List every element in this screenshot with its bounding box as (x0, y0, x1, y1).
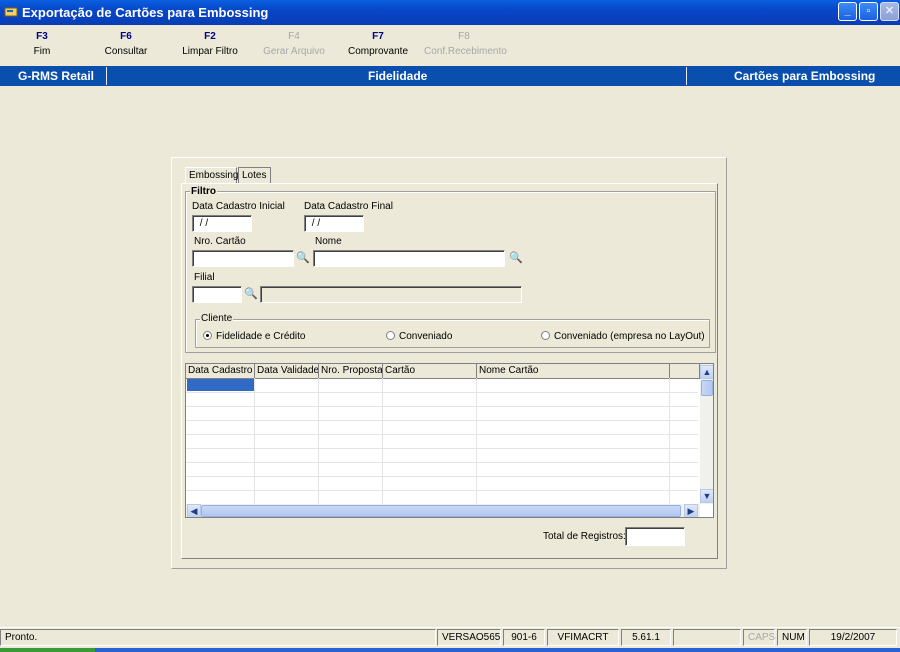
filial-label: Filial (194, 272, 215, 283)
status-num: NUM (777, 629, 807, 646)
close-button[interactable]: ✕ (880, 2, 899, 21)
tab-embossing[interactable]: Embossing (185, 167, 238, 184)
scroll-thumb[interactable] (701, 380, 713, 396)
fkey-f4-gerar-arquivo[interactable]: F4 Gerar Arquivo (254, 31, 334, 57)
fkey-label: Limpar Filtro (182, 46, 238, 57)
fkey-key: F3 (36, 31, 48, 42)
grid-header: Data Cadastro Data Validade Nro. Propost… (186, 364, 713, 379)
fkey-f8-conf-recebimento[interactable]: F8 Conf.Recebimento (424, 31, 507, 57)
selected-cell[interactable] (187, 379, 254, 391)
radio-dot (203, 330, 212, 340)
fkey-key: F4 (288, 31, 300, 42)
status-code: 901-6 (503, 629, 545, 646)
scroll-down-icon[interactable]: ▼ (700, 489, 713, 503)
nro-cartao-label: Nro. Cartão (194, 236, 246, 247)
title-bar[interactable]: Exportação de Cartões para Embossing _ ▫… (0, 0, 900, 25)
scroll-thumb[interactable] (201, 505, 681, 517)
nome-input[interactable] (313, 250, 505, 267)
table-row[interactable] (186, 448, 698, 463)
table-row[interactable] (186, 462, 698, 477)
status-program: VFIMACRT (547, 629, 619, 646)
screen-name: Cartões para Embossing (734, 69, 876, 83)
radio-conveniado-empresa[interactable]: Conveniado (empresa no LayOut) (541, 330, 705, 342)
status-date: 19/2/2007 (809, 629, 897, 646)
fkey-f3-fim[interactable]: F3 Fim (2, 31, 82, 57)
radio-fidelidade-credito[interactable]: Fidelidade e Crédito (203, 330, 306, 342)
status-release: 5.61.1 (621, 629, 671, 646)
status-caps: CAPS (743, 629, 775, 646)
total-registros-label: Total de Registros: (543, 531, 626, 542)
status-version: VERSAO565 (437, 629, 501, 646)
radio-dot (386, 330, 395, 340)
app-icon (4, 7, 18, 17)
fkey-key: F2 (204, 31, 216, 42)
col-data-validade[interactable]: Data Validade (255, 364, 319, 378)
status-empty (673, 629, 741, 646)
divider (686, 67, 687, 85)
cliente-legend: Cliente (200, 313, 234, 324)
fkey-f6-consultar[interactable]: F6 Consultar (86, 31, 166, 57)
data-final-label: Data Cadastro Final (304, 201, 393, 212)
radio-conveniado[interactable]: Conveniado (386, 330, 453, 342)
col-cartao[interactable]: Cartão (383, 364, 477, 378)
filial-input[interactable] (192, 286, 242, 303)
fkey-label: Fim (33, 46, 51, 57)
fkey-label: Conf.Recebimento (424, 46, 507, 57)
data-cadastro-final-input[interactable] (304, 215, 364, 232)
table-row[interactable] (186, 392, 698, 407)
minimize-button[interactable]: _ (838, 2, 857, 21)
fkey-key: F8 (458, 31, 470, 42)
col-filler (670, 364, 700, 378)
fkey-label: Gerar Arquivo (263, 46, 325, 57)
window-title: Exportação de Cartões para Embossing (22, 5, 269, 20)
fkey-label: Consultar (104, 46, 148, 57)
table-row[interactable] (186, 406, 698, 421)
radio-dot (541, 330, 550, 340)
results-grid[interactable]: Data Cadastro Data Validade Nro. Propost… (185, 363, 714, 518)
module-name: Fidelidade (368, 69, 428, 83)
nome-label: Nome (315, 236, 342, 247)
table-row[interactable] (186, 378, 698, 393)
fkey-key: F6 (120, 31, 132, 42)
radio-label: Conveniado (399, 331, 453, 342)
tab-lotes[interactable]: Lotes (238, 167, 271, 184)
scroll-right-icon[interactable]: ▶ (684, 504, 698, 517)
search-cartao-icon[interactable]: 🔍 (294, 250, 312, 267)
col-nro-proposta[interactable]: Nro. Proposta (319, 364, 383, 378)
search-filial-icon[interactable]: 🔍 (242, 286, 260, 303)
module-info-bar: G-RMS Retail Fidelidade Cartões para Emb… (0, 66, 900, 86)
system-name: G-RMS Retail (18, 69, 95, 83)
fkey-label: Comprovante (347, 46, 409, 57)
filial-description-field (260, 286, 522, 303)
vertical-scrollbar[interactable]: ▲ ▼ (700, 364, 713, 504)
data-inicial-label: Data Cadastro Inicial (192, 201, 285, 212)
data-cadastro-inicial-input[interactable] (192, 215, 252, 232)
taskbar-strip (0, 648, 900, 652)
filtro-legend: Filtro (190, 186, 217, 197)
horizontal-scrollbar[interactable]: ◀ ▶ (186, 504, 700, 517)
fkey-key: F7 (372, 31, 384, 42)
scroll-left-icon[interactable]: ◀ (187, 504, 201, 517)
fkey-f2-limpar-filtro[interactable]: F2 Limpar Filtro (170, 31, 250, 57)
search-nome-icon[interactable]: 🔍 (507, 250, 525, 267)
status-message: Pronto. (0, 629, 436, 646)
function-key-bar: F3 Fim F6 Consultar F2 Limpar Filtro F4 … (0, 25, 900, 65)
fkey-f7-comprovante[interactable]: F7 Comprovante (338, 31, 418, 57)
table-row[interactable] (186, 490, 698, 505)
table-row[interactable] (186, 420, 698, 435)
status-bar: Pronto. VERSAO565 901-6 VFIMACRT 5.61.1 … (0, 627, 900, 648)
table-row[interactable] (186, 434, 698, 449)
divider (106, 67, 107, 85)
table-row[interactable] (186, 476, 698, 491)
col-nome-cartao[interactable]: Nome Cartão (477, 364, 670, 378)
total-registros-field (625, 527, 685, 546)
radio-label: Conveniado (empresa no LayOut) (554, 331, 705, 342)
scroll-up-icon[interactable]: ▲ (700, 365, 713, 379)
radio-label: Fidelidade e Crédito (216, 331, 306, 342)
col-data-cadastro[interactable]: Data Cadastro (186, 364, 255, 378)
nro-cartao-input[interactable] (192, 250, 294, 267)
maximize-button[interactable]: ▫ (859, 2, 878, 21)
